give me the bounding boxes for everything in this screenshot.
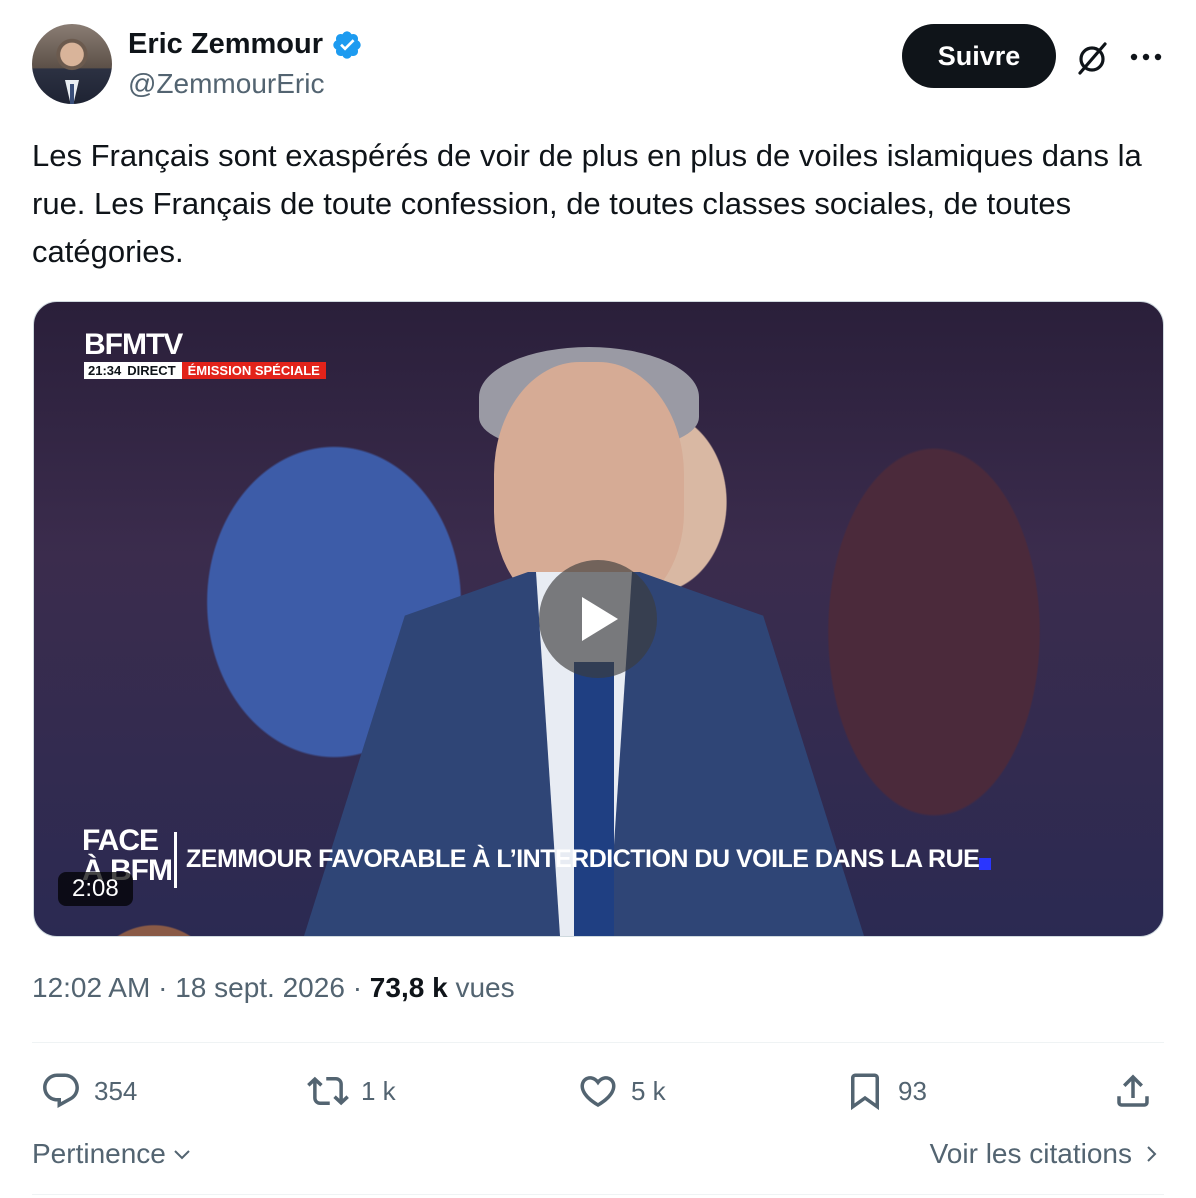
author-handle[interactable]: @ZemmourEric	[128, 68, 324, 100]
author-name-row: Eric Zemmour	[128, 28, 363, 61]
like-button[interactable]: 5 k	[577, 1070, 666, 1112]
reply-icon	[43, 1073, 79, 1108]
video-duration: 2:08	[58, 872, 133, 906]
reply-count: 354	[94, 1075, 138, 1106]
avatar-tie	[70, 84, 74, 104]
divider	[32, 1042, 1164, 1043]
action-bar: 354 1 k 5 k 93	[32, 1062, 1164, 1122]
bookmark-icon	[851, 1073, 879, 1111]
video-player[interactable]: BFMTV 21:34 DIRECT ÉMISSION SPÉCIALE FAC…	[33, 301, 1164, 937]
share-button[interactable]	[1112, 1070, 1154, 1112]
chevron-right-icon	[1147, 1146, 1157, 1162]
channel-logo: BFMTV	[84, 328, 183, 361]
live-label: DIRECT	[125, 362, 182, 379]
sort-label: Pertinence	[32, 1138, 166, 1169]
play-icon	[582, 597, 618, 641]
bookmark-button[interactable]: 93	[844, 1070, 927, 1112]
program-label: ÉMISSION SPÉCIALE	[181, 362, 326, 379]
reply-button[interactable]: 354	[40, 1070, 137, 1112]
bookmark-count: 93	[898, 1075, 927, 1106]
tweet-date[interactable]: 18 sept. 2026	[175, 972, 345, 1003]
ticker-divider	[174, 832, 177, 888]
meta-separator: ·	[352, 972, 363, 1003]
news-ticker: ZEMMOUR FAVORABLE À L’INTERDICTION DU VO…	[186, 845, 980, 873]
tweet-time[interactable]: 12:02 AM	[32, 972, 150, 1003]
meta-separator: ·	[158, 972, 168, 1003]
follow-button[interactable]: Suivre	[902, 24, 1056, 88]
share-icon	[1117, 1074, 1149, 1107]
repost-button[interactable]: 1 k	[307, 1070, 396, 1112]
repost-icon	[307, 1076, 349, 1106]
more-icon[interactable]	[1126, 40, 1166, 74]
author-name[interactable]: Eric Zemmour	[128, 28, 323, 61]
verified-badge-icon	[333, 30, 361, 59]
live-bar: 21:34 DIRECT ÉMISSION SPÉCIALE	[84, 362, 326, 379]
views-label: vues	[455, 972, 515, 1003]
grok-icon[interactable]	[1072, 38, 1112, 78]
video-subject-tie	[574, 662, 614, 936]
tweet-meta: 12:02 AM · 18 sept. 2026 · 73,8 k vues	[32, 972, 515, 1004]
view-quotes-link[interactable]: Voir les citations	[930, 1138, 1162, 1170]
like-count: 5 k	[631, 1075, 666, 1106]
views-count: 73,8 k	[369, 972, 448, 1003]
broadcast-time: 21:34	[84, 362, 126, 379]
view-quotes-label: Voir les citations	[929, 1138, 1132, 1169]
play-button[interactable]	[539, 560, 657, 678]
sort-dropdown[interactable]: Pertinence	[32, 1138, 194, 1170]
repost-count: 1 k	[361, 1075, 396, 1106]
divider	[32, 1194, 1164, 1195]
chevron-down-icon	[174, 1150, 190, 1160]
avatar[interactable]	[32, 24, 112, 104]
tweet-text: Les Français sont exaspérés de voir de p…	[32, 138, 1142, 269]
heart-icon	[580, 1076, 616, 1108]
ticker-marker	[979, 858, 991, 870]
